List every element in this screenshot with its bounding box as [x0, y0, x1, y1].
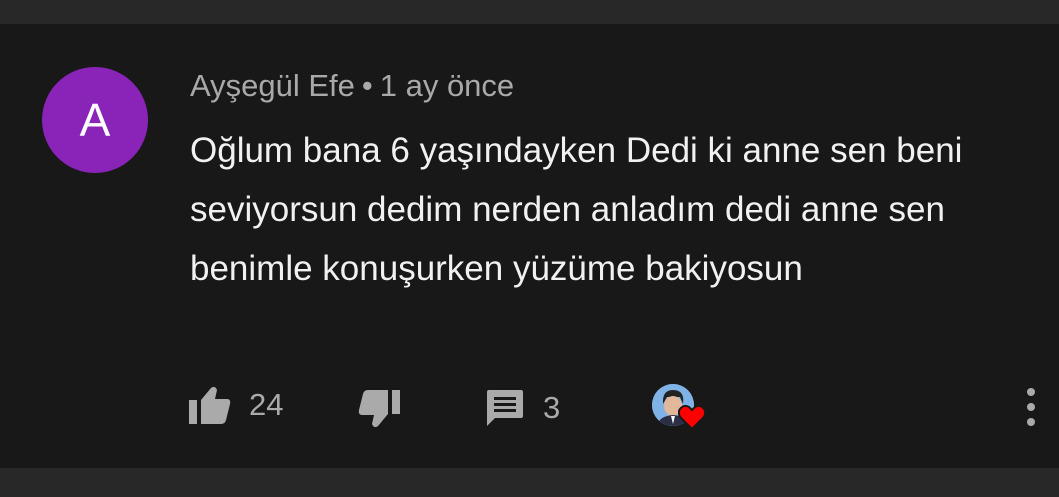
comment-icon	[487, 390, 523, 426]
comment-text: Oğlum bana 6 yaşındayken Dedi ki anne se…	[190, 131, 963, 288]
author-avatar[interactable]: A	[42, 67, 148, 173]
header-separator: •	[361, 68, 373, 103]
creator-heart-icon	[678, 404, 706, 430]
comment-header: Ayşegül Efe • 1 ay önce	[190, 68, 514, 104]
author-name[interactable]: Ayşegül Efe	[190, 68, 355, 103]
avatar-letter: A	[79, 94, 111, 146]
more-options-button[interactable]	[1016, 386, 1046, 428]
more-vertical-icon	[1027, 388, 1035, 426]
creator-heart-badge	[652, 384, 708, 432]
like-count: 24	[249, 387, 284, 422]
comment-timestamp[interactable]: 1 ay önce	[380, 68, 514, 103]
bottom-divider-bar	[0, 468, 1059, 497]
reply-button[interactable]: 3	[487, 390, 560, 426]
top-divider-bar	[0, 0, 1059, 24]
thumbs-up-icon	[189, 386, 231, 424]
thumbs-down-icon	[358, 390, 400, 428]
dislike-button[interactable]	[358, 390, 400, 428]
reply-count: 3	[543, 390, 561, 425]
like-button[interactable]: 24	[189, 386, 283, 424]
